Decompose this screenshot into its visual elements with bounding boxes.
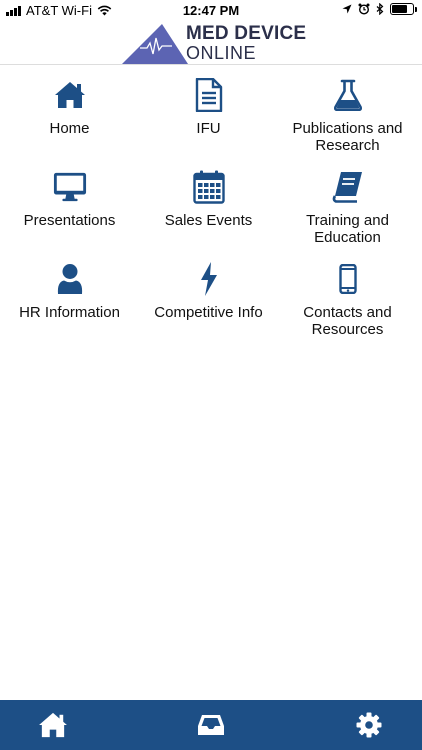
logo-text: MED DEVICE ONLINE	[186, 24, 306, 62]
gear-icon	[356, 712, 382, 738]
tab-home[interactable]	[36, 708, 70, 742]
menu-item-label: Publications and Research	[292, 120, 403, 154]
menu-item-label: Contacts and Resources	[303, 304, 392, 338]
logo: MED DEVICE ONLINE	[122, 22, 322, 64]
phone-icon	[331, 262, 365, 296]
lightning-icon	[192, 262, 226, 296]
user-icon	[53, 262, 87, 296]
menu-item-label: Competitive Info	[154, 304, 263, 321]
home-icon	[39, 712, 67, 738]
menu-item-label: Training and Education	[306, 212, 389, 246]
menu-item-home[interactable]: Home	[0, 78, 139, 170]
menu-grid: Home IFU Publications and Research Prese…	[0, 78, 422, 354]
menu-item-sales-events[interactable]: Sales Events	[139, 170, 278, 262]
status-bar: AT&T Wi-Fi 12:47 PM	[0, 0, 422, 22]
menu-item-label: HR Information	[19, 304, 120, 321]
menu-item-training[interactable]: Training and Education	[278, 170, 417, 262]
tab-settings[interactable]	[352, 708, 386, 742]
menu-item-label: Presentations	[23, 212, 116, 229]
tab-inbox[interactable]	[194, 708, 228, 742]
logo-mark-icon	[122, 24, 188, 64]
menu-item-ifu[interactable]: IFU	[139, 78, 278, 170]
menu-item-label: IFU	[196, 120, 221, 137]
menu-item-competitive-info[interactable]: Competitive Info	[139, 262, 278, 354]
alarm-icon	[358, 3, 370, 15]
status-right	[342, 3, 417, 15]
battery-icon	[390, 3, 417, 15]
menu-item-publications[interactable]: Publications and Research	[278, 78, 417, 170]
calendar-icon	[192, 170, 226, 204]
document-icon	[192, 78, 226, 112]
logo-line-1: MED DEVICE	[186, 23, 307, 44]
tab-bar	[0, 700, 422, 750]
flask-icon	[331, 78, 365, 112]
menu-item-label: Sales Events	[164, 212, 253, 229]
monitor-icon	[53, 170, 87, 204]
app-header: MED DEVICE ONLINE	[0, 22, 422, 65]
logo-line-2: ONLINE	[186, 43, 257, 63]
location-arrow-icon	[342, 4, 352, 14]
menu-item-contacts[interactable]: Contacts and Resources	[278, 262, 417, 354]
menu-item-hr-information[interactable]: HR Information	[0, 262, 139, 354]
home-icon	[53, 78, 87, 112]
bluetooth-icon	[376, 3, 384, 15]
book-icon	[331, 170, 365, 204]
inbox-icon	[198, 715, 224, 735]
menu-item-presentations[interactable]: Presentations	[0, 170, 139, 262]
menu-item-label: Home	[49, 120, 90, 137]
